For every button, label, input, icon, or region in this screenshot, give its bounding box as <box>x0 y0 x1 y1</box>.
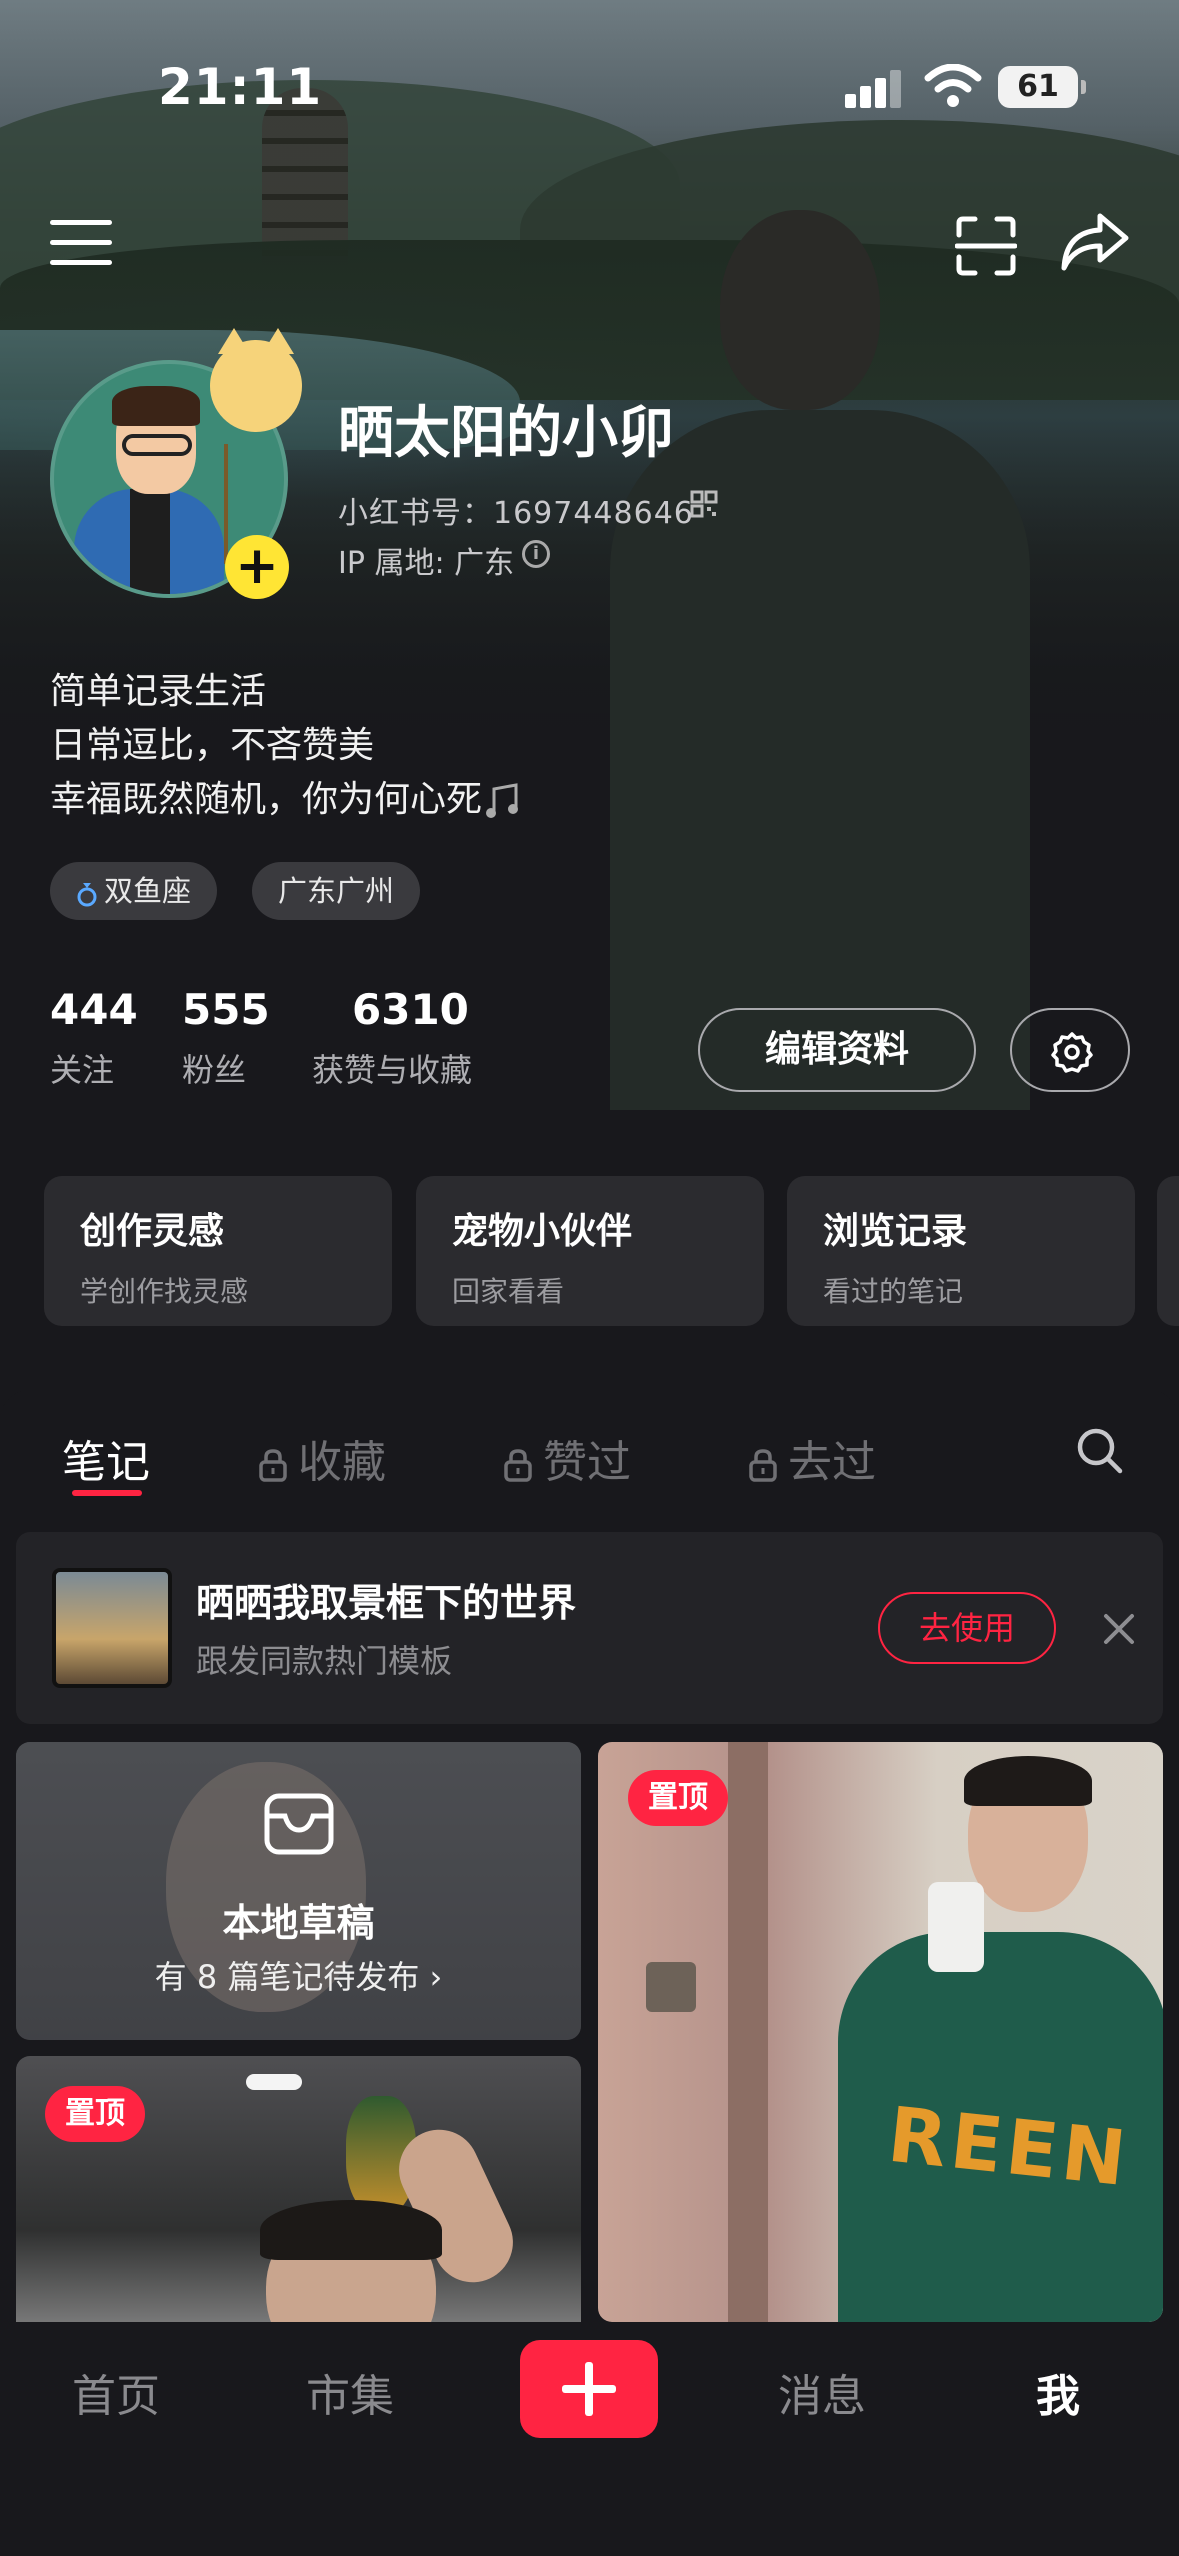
nav-messages[interactable]: 消息 <box>778 2360 866 2424</box>
status-time: 21:11 <box>158 58 323 116</box>
quick-cards: 创作灵感 学创作找灵感 宠物小伙伴 回家看看 浏览记录 看过的笔记 <box>44 1176 1179 1326</box>
pinned-badge: 置顶 <box>45 2086 145 2142</box>
stat-likes-label: 获赞与收藏 <box>312 1051 473 1089</box>
menu-icon[interactable] <box>50 220 112 266</box>
card-title: 浏览记录 <box>823 1211 968 1252</box>
tab-visited-label: 去过 <box>788 1437 876 1488</box>
tab-liked[interactable]: 赞过 <box>503 1426 631 1490</box>
ring-icon <box>77 883 97 907</box>
wifi-icon <box>924 64 982 107</box>
stat-following-label: 关注 <box>50 1051 115 1089</box>
card-title: 宠物小伙伴 <box>452 1211 633 1252</box>
lock-icon <box>749 1449 777 1482</box>
card-more-partial[interactable] <box>1157 1176 1179 1326</box>
note-card[interactable]: REEN <box>598 1742 1163 2322</box>
template-banner[interactable]: 晒晒我取景框下的世界 跟发同款热门模板 去使用 <box>16 1532 1163 1724</box>
local-drafts-card[interactable]: 本地草稿 有 8 篇笔记待发布 › <box>16 1742 581 2040</box>
gear-icon <box>1051 1032 1093 1073</box>
info-icon[interactable]: i <box>522 540 550 568</box>
nav-home[interactable]: 首页 <box>72 2360 160 2424</box>
tag-location[interactable]: 广东广州 <box>252 862 421 920</box>
banner-title: 晒晒我取景框下的世界 <box>196 1581 577 1625</box>
tab-collections[interactable]: 收藏 <box>258 1426 386 1490</box>
pinned-badge: 置顶 <box>628 1770 728 1826</box>
card-subtitle: 回家看看 <box>452 1275 565 1308</box>
tag-zodiac[interactable]: 双鱼座 <box>50 862 218 920</box>
stat-following-count: 444 <box>50 985 138 1034</box>
card-browse-history[interactable]: 浏览记录 看过的笔记 <box>787 1176 1135 1326</box>
card-title: 创作灵感 <box>80 1211 225 1252</box>
card-creative-inspiration[interactable]: 创作灵感 学创作找灵感 <box>44 1176 392 1326</box>
content-tabs: 笔记 收藏 赞过 去过 <box>0 1390 1179 1520</box>
bio-line-text: 幸福既然随机，你为何心死 <box>50 779 483 820</box>
stat-following[interactable]: 444 关注 <box>50 985 138 1091</box>
red-id: 小红书号：1697448646 <box>338 496 694 531</box>
draft-subtitle: 有 8 篇笔记待发布 › <box>154 1958 443 1996</box>
stat-followers[interactable]: 555 粉丝 <box>182 985 270 1091</box>
status-bar: 21:11 61 <box>0 0 1179 150</box>
tab-collections-label: 收藏 <box>298 1437 386 1488</box>
tag-zodiac-label: 双鱼座 <box>104 874 192 908</box>
cellular-signal-icon <box>845 68 905 108</box>
stat-followers-label: 粉丝 <box>182 1051 247 1089</box>
card-subtitle: 看过的笔记 <box>823 1275 964 1308</box>
create-post-button[interactable] <box>520 2340 658 2438</box>
music-note-icon <box>486 783 519 818</box>
nav-market[interactable]: 市集 <box>306 2360 394 2424</box>
bio-line: 日常逗比，不吝赞美 <box>50 725 375 766</box>
bio-line: 幸福既然随机，你为何心死 <box>50 773 522 827</box>
tab-liked-label: 赞过 <box>543 1437 631 1488</box>
tab-notes[interactable]: 笔记 <box>62 1426 150 1490</box>
stat-followers-count: 555 <box>182 985 270 1034</box>
active-tab-indicator <box>72 1490 142 1496</box>
qrcode-icon[interactable] <box>690 490 718 518</box>
bio-line: 简单记录生活 <box>50 671 267 712</box>
template-thumbnail <box>52 1568 172 1688</box>
lock-icon <box>504 1449 532 1482</box>
add-avatar-plus-icon[interactable]: + <box>225 535 289 599</box>
share-icon[interactable] <box>1060 210 1130 274</box>
inbox-icon <box>264 1793 334 1855</box>
card-pet-buddy[interactable]: 宠物小伙伴 回家看看 <box>416 1176 764 1326</box>
use-template-button[interactable]: 去使用 <box>878 1592 1056 1664</box>
username: 晒太阳的小卯 <box>338 401 674 466</box>
bottom-tab-bar: 首页 市集 消息 我 <box>0 2322 1179 2556</box>
stat-likes-count: 6310 <box>352 985 469 1034</box>
bio: 简单记录生活 日常逗比，不吝赞美 幸福既然随机，你为何心死 <box>50 665 522 827</box>
battery-indicator: 61 <box>998 66 1086 108</box>
cat-sticker-icon <box>210 328 302 432</box>
search-icon[interactable] <box>1075 1426 1125 1476</box>
edit-profile-button[interactable]: 编辑资料 <box>698 1008 976 1092</box>
plus-icon-v <box>585 2362 593 2416</box>
background-person <box>610 210 1090 1110</box>
draft-title: 本地草稿 <box>222 1901 375 1945</box>
scan-icon[interactable] <box>955 215 1017 277</box>
stat-likes[interactable]: 6310 获赞与收藏 <box>312 985 472 1091</box>
profile-screen: 21:11 61 + 晒太阳的小卯 小红书号：1697448646 IP 属地:… <box>0 0 1179 2556</box>
lock-icon <box>259 1449 287 1482</box>
ip-location: IP 属地: 广东 <box>338 546 515 581</box>
card-subtitle: 学创作找灵感 <box>80 1275 249 1308</box>
nav-me[interactable]: 我 <box>1036 2360 1080 2424</box>
tab-visited[interactable]: 去过 <box>748 1426 876 1490</box>
close-icon[interactable] <box>1102 1612 1136 1646</box>
settings-button[interactable] <box>1010 1008 1130 1092</box>
banner-subtitle: 跟发同款热门模板 <box>196 1642 453 1680</box>
